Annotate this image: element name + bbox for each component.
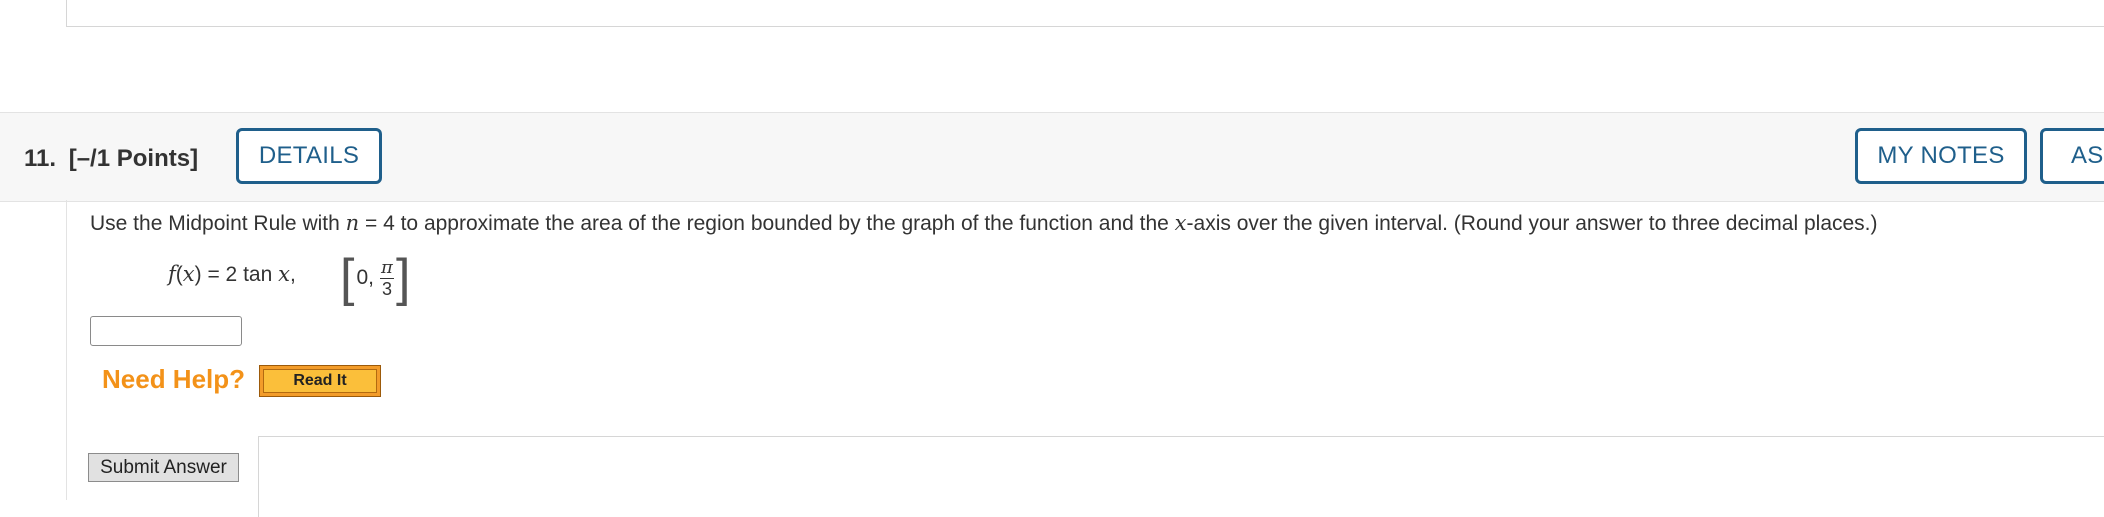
question-number-label: 11. — [24, 145, 57, 172]
interval-right-bracket: ] — [395, 249, 411, 307]
answer-feedback-panel — [258, 436, 2104, 517]
function-open-paren: ( — [175, 263, 183, 286]
function-variable: x — [182, 262, 195, 286]
function-variable-2: x — [278, 262, 290, 286]
interval-end-fraction: π 3 — [379, 256, 394, 299]
question-points-label: [–/1 Points] — [68, 145, 199, 172]
read-it-button[interactable]: Read It — [259, 365, 381, 397]
question-prompt: Use the Midpoint Rule with n = 4 to appr… — [90, 211, 1878, 236]
previous-question-panel — [66, 0, 2104, 27]
question-number: 11. [–/1 Points] — [24, 145, 198, 173]
prompt-text-1: Use the Midpoint Rule with — [90, 212, 346, 235]
need-help-label: Need Help? — [102, 364, 246, 394]
function-body: ) = 2 tan — [194, 263, 279, 286]
prompt-text-2: = 4 to approximate the area of the regio… — [359, 212, 1175, 235]
interval-start: 0, — [356, 266, 374, 289]
function-name: f — [168, 262, 176, 286]
question-header: 11. [–/1 Points] DETAILS MY NOTES ASK YO… — [0, 112, 2104, 202]
fraction-numerator: π — [381, 256, 393, 278]
function-comma: , — [289, 263, 296, 286]
details-button[interactable]: DETAILS — [236, 128, 382, 184]
prompt-text-3: -axis over the given interval. (Round yo… — [1186, 212, 1878, 235]
prompt-x-variable: x — [1174, 211, 1187, 235]
function-expression: f(x) = 2 tan x, — [168, 262, 296, 287]
submit-answer-button[interactable]: Submit Answer — [88, 453, 239, 482]
answer-input[interactable] — [90, 316, 242, 346]
ask-your-teacher-button[interactable]: ASK YOUR TEACHER — [2040, 128, 2104, 184]
question-body-divider — [66, 200, 67, 500]
read-it-button-label: Read It — [263, 369, 377, 393]
fraction-denominator: 3 — [379, 277, 394, 299]
interval-left-bracket: [ — [340, 249, 355, 307]
my-notes-button[interactable]: MY NOTES — [1855, 128, 2027, 184]
prompt-n-variable: n — [345, 211, 360, 235]
interval-expression: [ 0, π 3 ] — [340, 252, 410, 304]
